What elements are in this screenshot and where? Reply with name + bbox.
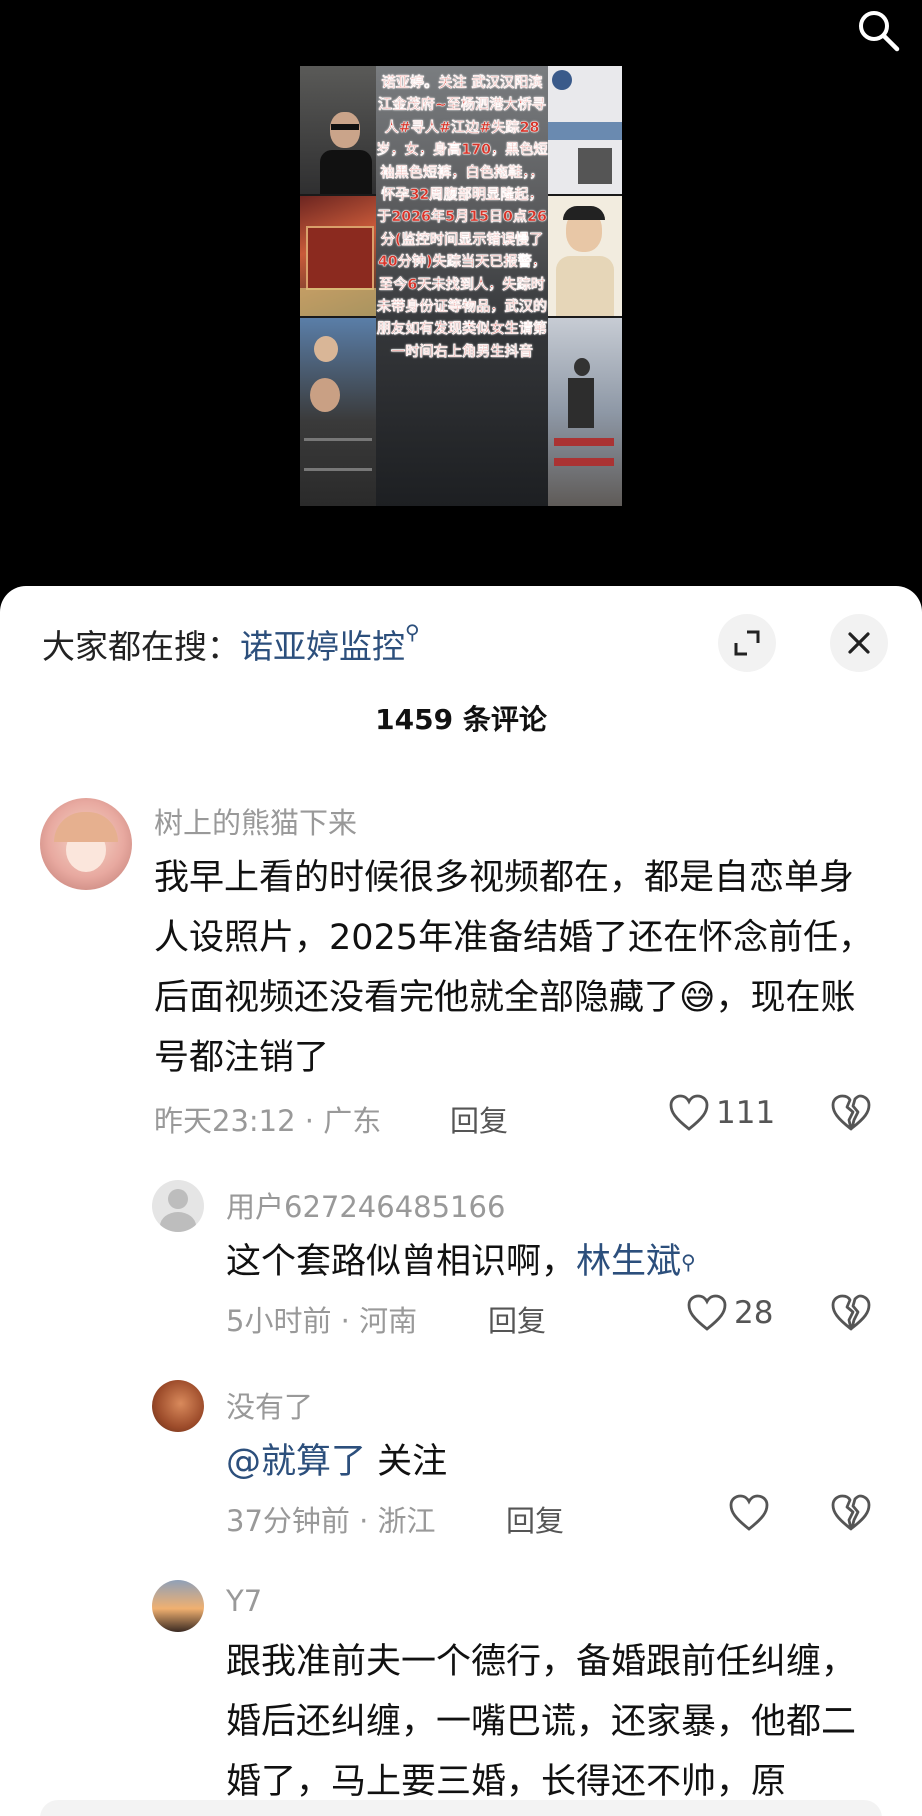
hot-search-bar[interactable]: 大家都在搜：诺亚婷监控⚲ (42, 620, 420, 668)
avatar[interactable] (152, 1580, 204, 1632)
search-small-icon: ⚲ (681, 1250, 696, 1274)
reply-button[interactable]: 回复 (506, 1498, 564, 1540)
like-count: 28 (734, 1295, 774, 1331)
hot-search-keyword[interactable]: 诺亚婷监控 (240, 627, 405, 666)
collage-tile (548, 318, 622, 506)
heart-icon (729, 1494, 769, 1531)
broken-heart-icon (831, 1494, 871, 1531)
comment-username[interactable]: 树上的熊猫下来 (154, 800, 357, 842)
video-overlay-text: 诺亚婷。关注 武汉汉阳滨江金茂府~至杨泗港大桥寻人#寻人#江边#失踪28岁，女，… (376, 75, 548, 360)
video-player[interactable]: 诺亚婷。关注 武汉汉阳滨江金茂府~至杨泗港大桥寻人#寻人#江边#失踪28岁，女，… (0, 0, 922, 600)
comment-sheet: 大家都在搜：诺亚婷监控⚲ 1459 条评论 树上的熊猫下来 我早上看的时候很多视… (0, 586, 922, 1816)
like-button[interactable]: 28 (686, 1294, 773, 1332)
search-button[interactable] (856, 8, 900, 52)
comment-meta: 昨天23:12 · 广东 (154, 1104, 382, 1138)
search-small-icon: ⚲ (405, 620, 420, 644)
collage-tile (548, 66, 622, 194)
comment-text: 跟我准前夫一个德行，备婚跟前任纠缠，婚后还纠缠，一嘴巴谎，还家暴，他都二婚了，马… (226, 1642, 857, 1802)
comment-text: 这个套路似曾相识啊，林生斌⚲ (226, 1242, 696, 1282)
collage-tile (300, 318, 376, 506)
close-icon (848, 632, 870, 654)
reply-button[interactable]: 回复 (488, 1298, 546, 1340)
dislike-button[interactable] (830, 1494, 872, 1536)
comment-text: 我早上看的时候很多视频都在，都是自恋单身人设照片，2025年准备结婚了还在怀念前… (154, 858, 874, 1078)
emoji: 😅 (679, 978, 716, 1018)
expand-button[interactable] (718, 614, 776, 672)
dislike-button[interactable] (830, 1294, 872, 1336)
mention-link[interactable]: @就算了 (226, 1442, 366, 1482)
expand-icon (734, 630, 760, 656)
comment-meta: 37分钟前 · 浙江 (226, 1504, 436, 1538)
comment-meta: 5小时前 · 河南 (226, 1304, 418, 1338)
dislike-button[interactable] (830, 1094, 872, 1136)
broken-heart-icon (831, 1094, 871, 1131)
comment-text: @就算了 关注 (226, 1442, 448, 1482)
collage-tile (300, 66, 376, 194)
collage-tile (548, 196, 622, 316)
comment-username[interactable]: Y7 (226, 1584, 262, 1618)
broken-heart-icon (831, 1294, 871, 1331)
comment-username[interactable]: 用户627246485166 (226, 1184, 505, 1226)
keyword-link[interactable]: 林生斌 (576, 1242, 681, 1282)
collage-tile (300, 196, 376, 316)
close-button[interactable] (830, 614, 888, 672)
heart-icon (687, 1294, 727, 1331)
avatar[interactable] (152, 1380, 204, 1432)
avatar[interactable] (152, 1180, 204, 1232)
reply-button[interactable]: 回复 (450, 1098, 508, 1140)
comment-count: 1459 条评论 (375, 703, 547, 736)
heart-icon (669, 1094, 709, 1131)
video-frame: 诺亚婷。关注 武汉汉阳滨江金茂府~至杨泗港大桥寻人#寻人#江边#失踪28岁，女，… (300, 66, 622, 506)
like-button[interactable] (728, 1494, 776, 1532)
search-icon (859, 11, 900, 52)
like-count: 111 (716, 1095, 776, 1131)
comment-input-bar[interactable] (40, 1800, 882, 1816)
like-button[interactable]: 111 (668, 1094, 775, 1132)
hot-search-prefix: 大家都在搜： (42, 627, 240, 666)
comment-username[interactable]: 没有了 (226, 1384, 313, 1426)
avatar[interactable] (40, 798, 132, 890)
